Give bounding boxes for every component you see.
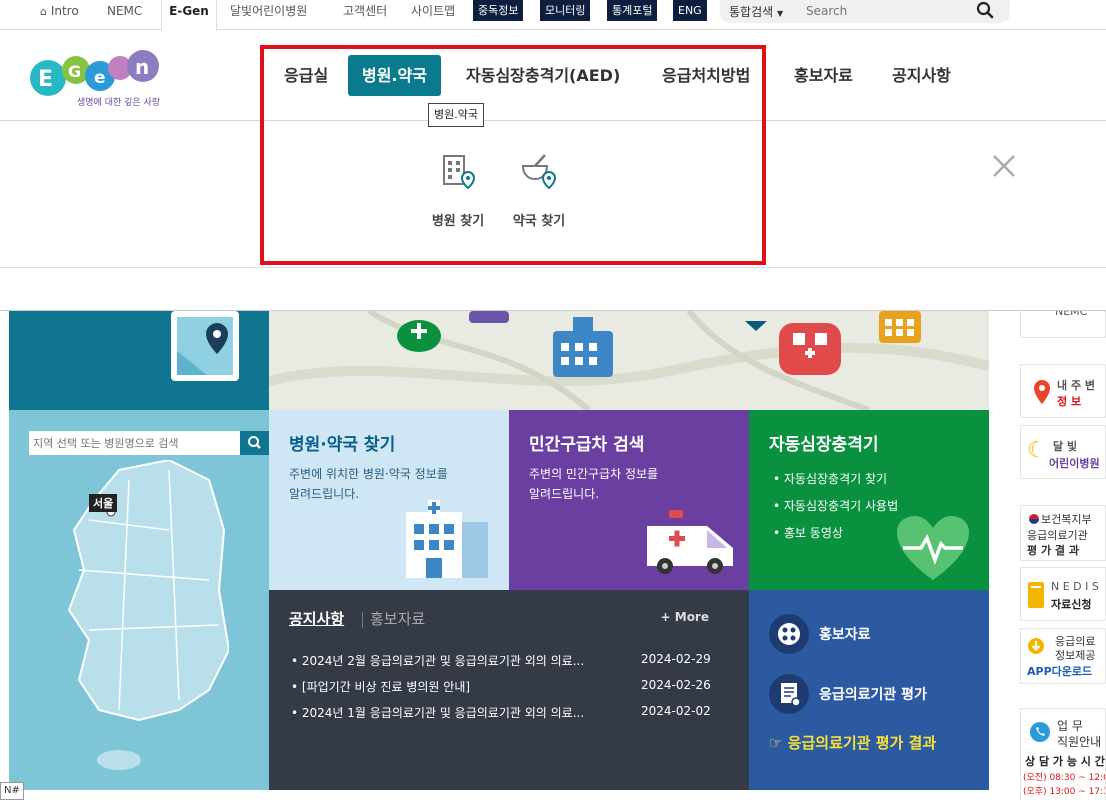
aed-tile-title: 자동심장충격기 bbox=[769, 435, 879, 455]
seoul-region-label[interactable]: 서울 bbox=[89, 494, 118, 512]
find-hospital-link[interactable]: 병원 찾기 bbox=[418, 152, 498, 229]
stats-portal-link[interactable]: 통계포털 bbox=[607, 0, 658, 21]
ambulance-icon bbox=[647, 510, 733, 574]
customer-center-link[interactable]: 고객센터 bbox=[343, 0, 387, 30]
hospital-pharmacy-tile[interactable]: 병원·약국 찾기 주변에 위치한 병원·약국 정보를 알려드립니다. bbox=[269, 410, 509, 590]
nav-tooltip: 병원.약국 bbox=[428, 103, 484, 127]
search-box: 통합검색 ▼ bbox=[720, 0, 1010, 23]
monitoring-link[interactable]: 모니터링 bbox=[540, 0, 591, 21]
jeju-island[interactable] bbox=[97, 750, 141, 770]
consult-banner[interactable]: 업 무 직원안내 상 담 가 능 시 간 (오전) 08:30 ~ 12:00 … bbox=[1020, 708, 1106, 800]
egen-tab[interactable]: E-Gen bbox=[161, 0, 217, 31]
caret-down-icon: ▼ bbox=[777, 9, 784, 18]
aed-video-link[interactable]: • 홍보 동영상 bbox=[773, 520, 898, 547]
aed-link-list: • 자동심장충격기 찾기 • 자동심장충격기 사용법 • 홍보 동영상 bbox=[773, 466, 898, 547]
tab-promotion[interactable]: 홍보자료 bbox=[370, 608, 425, 629]
eng-link[interactable]: ENG bbox=[673, 0, 707, 21]
document-check-icon bbox=[769, 674, 809, 714]
location-pin-icon bbox=[1034, 380, 1050, 404]
sitemap-link[interactable]: 사이트맵 bbox=[411, 0, 455, 30]
phone-chat-icon bbox=[1030, 722, 1050, 742]
building-icon bbox=[879, 311, 921, 343]
svg-text:G: G bbox=[68, 62, 81, 81]
submenu-bottom-band bbox=[0, 268, 1106, 311]
nav-promotion[interactable]: 홍보자료 bbox=[780, 55, 867, 96]
mohw-banner[interactable]: 보건복지부 응급의료기관 평 가 결 과 bbox=[1020, 505, 1106, 561]
notice-row[interactable]: • 2024년 1월 응급의료기관 및 응급의료기관 외의 의료... 2024… bbox=[291, 704, 711, 721]
nav-first-aid[interactable]: 응급처치방법 bbox=[648, 55, 764, 96]
hospital-building-icon bbox=[406, 500, 488, 578]
evaluation-result-link[interactable]: ☞ 응급의료기관 평가 결과 bbox=[769, 732, 936, 753]
aed-usage-link[interactable]: • 자동심장충격기 사용법 bbox=[773, 493, 898, 520]
tab-divider bbox=[362, 612, 363, 628]
taegeuk-icon bbox=[1029, 514, 1039, 524]
notice-row[interactable]: • [파업기간 비상 진료 병의원 안내] 2024-02-26 bbox=[291, 678, 711, 695]
korea-map[interactable] bbox=[59, 460, 229, 780]
private-ambulance-tile[interactable]: 민간구급차 검색 주변의 민간구급차 정보를 알려드립니다. bbox=[509, 410, 749, 590]
corner-label: N# bbox=[0, 782, 24, 800]
app-download-banner[interactable]: 응급의료 정보제공 APP다운로드 bbox=[1020, 628, 1106, 684]
notice-board: 공지사항 홍보자료 + More • 2024년 2월 응급의료기관 및 응급의… bbox=[269, 590, 749, 790]
moonlight-hospital-link[interactable]: 달빛어린이병원 bbox=[230, 0, 307, 30]
search-icon bbox=[248, 436, 261, 449]
map-icon-banner bbox=[9, 311, 269, 411]
hospital-tile-title: 병원·약국 찾기 bbox=[289, 435, 396, 455]
region-search-input[interactable] bbox=[33, 434, 209, 452]
hospital-building-icon bbox=[553, 331, 613, 377]
region-search-button[interactable] bbox=[240, 431, 270, 455]
map-illustration bbox=[269, 311, 989, 410]
poison-info-link[interactable]: 중독정보 bbox=[473, 0, 524, 21]
ambulance-tile-title: 민간구급차 검색 bbox=[529, 435, 645, 455]
moon-icon: ☾ bbox=[1027, 438, 1047, 463]
search-scope-select[interactable]: 통합검색 ▼ bbox=[729, 3, 783, 20]
ambulance-tile-desc: 주변의 민간구급차 정보를 알려드립니다. bbox=[529, 467, 659, 501]
search-input[interactable] bbox=[806, 2, 976, 20]
svg-text:n: n bbox=[135, 55, 149, 79]
utility-bar: ⌂ Intro NEMC E-Gen 달빛어린이병원 고객센터 사이트맵 중독정… bbox=[0, 0, 1106, 31]
find-pharmacy-link[interactable]: 약국 찾기 bbox=[499, 152, 579, 229]
close-icon[interactable] bbox=[992, 154, 1016, 178]
cloud-download-icon bbox=[1028, 638, 1044, 654]
moonlight-banner[interactable]: ☾ 달 빛 어린이병원 bbox=[1020, 425, 1106, 479]
more-link[interactable]: + More bbox=[661, 610, 709, 624]
nemc-link[interactable]: NEMC bbox=[107, 0, 142, 30]
aed-find-link[interactable]: • 자동심장충격기 찾기 bbox=[773, 466, 898, 493]
nav-emergency-room[interactable]: 응급실 bbox=[270, 55, 342, 96]
svg-text:E: E bbox=[38, 67, 53, 92]
my-area-banner[interactable]: 내 주 변 정 보 bbox=[1020, 364, 1106, 418]
quick-links-panel: 홍보자료 응급의료기관 평가 ☞ 응급의료기관 평가 결과 bbox=[749, 590, 989, 790]
submenu-panel: 병원 찾기 약국 찾기 bbox=[0, 122, 1106, 268]
hero-map-illustration bbox=[269, 311, 989, 410]
notice-row[interactable]: • 2024년 2월 응급의료기관 및 응급의료기관 외의 의료... 2024… bbox=[291, 652, 711, 669]
heart-pulse-icon bbox=[897, 516, 969, 580]
find-pharmacy-label: 약국 찾기 bbox=[512, 214, 566, 229]
region-search-box bbox=[29, 431, 270, 455]
home-icon: ⌂ bbox=[40, 5, 47, 18]
intro-link[interactable]: ⌂ Intro bbox=[40, 0, 79, 30]
folder-icon bbox=[1028, 582, 1044, 608]
search-icon[interactable] bbox=[976, 1, 994, 19]
film-reel-icon bbox=[769, 614, 809, 654]
nedis-banner[interactable]: N E D I S 자료신청 bbox=[1020, 567, 1106, 621]
pharmacy-pin-icon bbox=[521, 154, 557, 190]
nav-hospital-pharmacy[interactable]: 병원.약국 bbox=[348, 55, 441, 96]
find-hospital-label: 병원 찾기 bbox=[431, 214, 485, 229]
logo-tagline: 생명에 대한 깊은 사랑 bbox=[77, 98, 161, 108]
hospital-pin-icon bbox=[443, 155, 476, 190]
tab-notice[interactable]: 공지사항 bbox=[289, 608, 344, 629]
aed-tile[interactable]: 자동심장충격기 • 자동심장충격기 찾기 • 자동심장충격기 사용법 • 홍보 … bbox=[749, 410, 989, 590]
nav-aed[interactable]: 자동심장충격기(AED) bbox=[452, 55, 634, 96]
svg-text:e: e bbox=[94, 68, 106, 88]
egen-logo[interactable]: E G e n 생명에 대한 깊은 사랑 bbox=[28, 48, 162, 108]
site-header: E G e n 생명에 대한 깊은 사랑 응급실 병원.약국 자동심장충격기(A… bbox=[0, 31, 1106, 121]
region-map-panel: 서울 bbox=[9, 410, 270, 790]
map-pin-icon bbox=[171, 311, 239, 381]
nav-notice[interactable]: 공지사항 bbox=[878, 55, 965, 96]
